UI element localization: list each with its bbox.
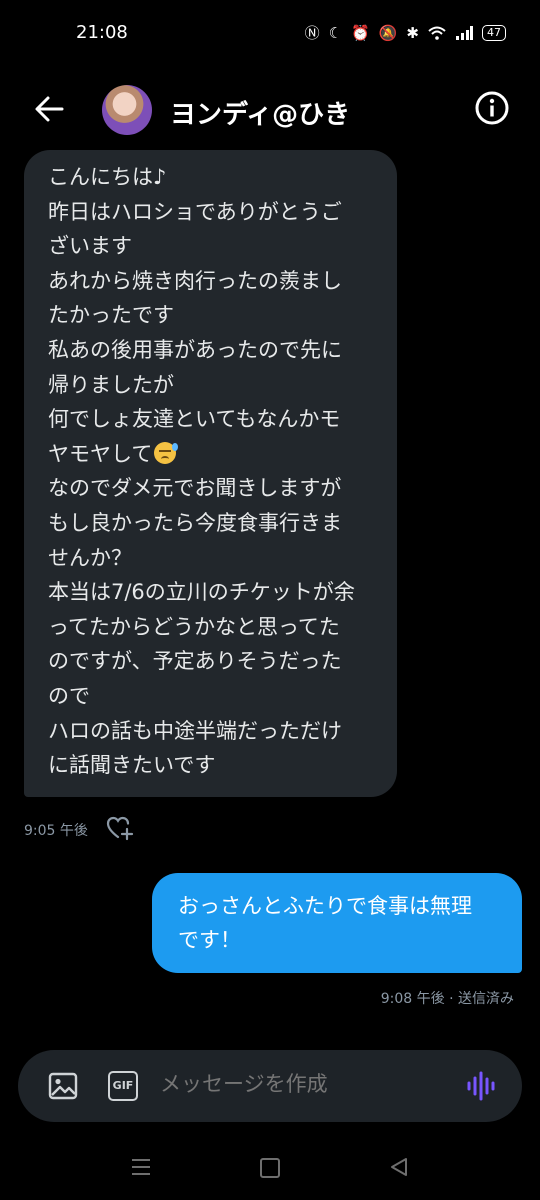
status-bar: 21:08 Ⓝ ☾ ⏰ 🔕 ✱ 47 xyxy=(0,0,540,70)
contact-name[interactable]: ヨンディ@ひき xyxy=(170,94,350,131)
message-line: に話聞きたいです xyxy=(48,753,216,778)
voice-wave-icon[interactable] xyxy=(466,1070,498,1102)
outgoing-message-bubble[interactable]: おっさんとふたりで食事は無理 です！ xyxy=(152,873,522,973)
gif-icon[interactable]: GIF xyxy=(108,1071,138,1101)
alarm-icon: ⏰ xyxy=(351,23,370,42)
message-line: 本当は7/6の立川のチケットが余 xyxy=(48,580,355,605)
conversation-header: ヨンディ@ひき xyxy=(0,76,540,144)
nfc-icon: Ⓝ xyxy=(304,24,320,42)
incoming-timestamp: 9:05 午後 xyxy=(24,823,88,839)
moon-icon: ☾ xyxy=(328,23,343,42)
signal-icon xyxy=(456,25,473,40)
status-icons: Ⓝ ☾ ⏰ 🔕 ✱ 47 xyxy=(305,22,506,43)
message-line: たかったです xyxy=(48,303,174,328)
message-line: ざいます xyxy=(48,234,132,259)
message-line: こんにちは♪ xyxy=(48,165,167,189)
message-line: ので xyxy=(48,683,90,708)
message-line: なのでダメ元でお聞きしますが xyxy=(48,476,342,501)
nav-home-icon[interactable] xyxy=(260,1158,280,1178)
nav-menu-icon[interactable] xyxy=(130,1158,152,1176)
outgoing-status: 9:08 午後 · 送信済み xyxy=(380,991,514,1007)
status-time: 21:08 xyxy=(76,22,128,43)
back-arrow-icon[interactable] xyxy=(32,92,66,126)
heart-plus-icon[interactable] xyxy=(106,815,134,841)
system-nav-bar xyxy=(0,1145,540,1200)
message-line: です！ xyxy=(178,928,241,952)
message-line: あれから焼き肉行ったの羨まし xyxy=(48,268,342,293)
message-line: ヤモヤして xyxy=(48,441,153,466)
message-line: 昨日はハロショでありがとうご xyxy=(48,199,342,224)
message-line-with-emoji: ヤモヤして xyxy=(48,437,373,472)
incoming-message-bubble[interactable]: こんにちは♪ 昨日はハロショでありがとうご ざいます あれから焼き肉行ったの羨ま… xyxy=(24,150,397,797)
message-line: 私あの後用事があったので先に xyxy=(48,337,342,362)
sad-sweat-emoji-icon xyxy=(154,441,179,464)
message-line: おっさんとふたりで食事は無理 xyxy=(178,894,472,918)
message-input[interactable] xyxy=(160,1072,450,1096)
message-composer: GIF xyxy=(18,1050,522,1122)
wifi-icon xyxy=(428,26,446,40)
info-icon[interactable] xyxy=(474,90,510,126)
message-line: ハロの話も中途半端だっただけ xyxy=(48,718,342,743)
message-line: ってたからどうかなと思ってた xyxy=(48,614,340,639)
message-line: せんか？ xyxy=(48,545,132,570)
message-line: もし良かったら今度食事行きま xyxy=(48,510,342,535)
message-line: 帰りましたが xyxy=(48,372,174,397)
image-icon[interactable] xyxy=(48,1071,78,1101)
bluetooth-icon: ✱ xyxy=(406,23,419,42)
nav-back-icon[interactable] xyxy=(388,1156,410,1178)
avatar[interactable] xyxy=(102,85,152,135)
message-line: 何でしょ友達といてもなんかモ xyxy=(48,407,341,432)
mute-icon: 🔕 xyxy=(378,23,398,42)
message-line: のですが、予定ありそうだった xyxy=(48,649,342,674)
battery-icon: 47 xyxy=(482,24,506,41)
